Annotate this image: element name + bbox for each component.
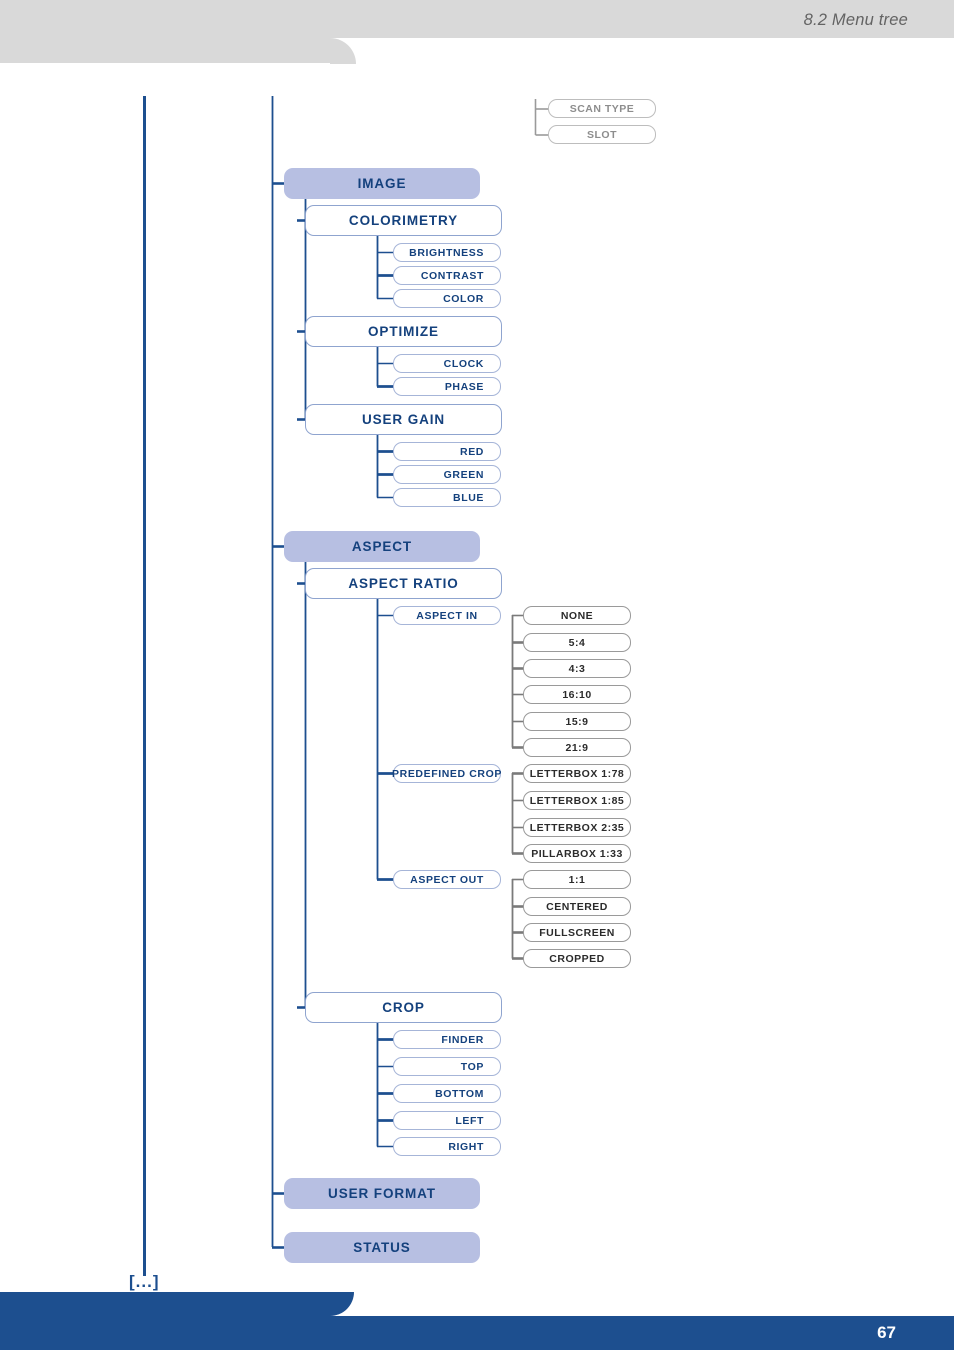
menu-item-aspect-in[interactable]: ASPECT IN [393,606,501,625]
value-label: 1:1 [568,873,586,886]
value-label: CENTERED [546,900,608,913]
value-label: 4:3 [568,662,586,675]
value-label: CROPPED [549,952,605,965]
menu-item-slot[interactable]: SLOT [548,125,656,144]
value-option[interactable]: PILLARBOX 1:33 [523,844,631,863]
value-option[interactable]: NONE [523,606,631,625]
menu-item-color[interactable]: COLOR [393,289,501,308]
page-footer: 67 [0,1292,954,1350]
menu-item-label: CONTRAST [420,269,484,282]
menu-item-status[interactable]: STATUS [284,1232,480,1263]
menu-item-label: FINDER [441,1033,484,1046]
menu-item-scan-type[interactable]: SCAN TYPE [548,99,656,118]
menu-item-label: SCAN TYPE [569,102,635,115]
value-option[interactable]: LETTERBOX 1:78 [523,764,631,783]
value-option[interactable]: 15:9 [523,712,631,731]
menu-item-contrast[interactable]: CONTRAST [393,266,501,285]
menu-item-crop[interactable]: CROP [305,992,502,1023]
menu-item-green[interactable]: GREEN [393,465,501,484]
menu-item-label: BLUE [453,491,484,504]
menu-item-label: CLOCK [443,357,484,370]
value-option[interactable]: CENTERED [523,897,631,916]
menu-item-predefined-crop[interactable]: PREDEFINED CROP [392,764,502,783]
menu-item-label: SLOT [587,128,617,141]
menu-item-label: ASPECT OUT [410,873,484,886]
menu-item-colorimetry[interactable]: COLORIMETRY [305,205,502,236]
page-number: 67 [877,1323,896,1342]
menu-item-label: PHASE [444,380,484,393]
menu-item-aspect-ratio[interactable]: ASPECT RATIO [305,568,502,599]
footer-band [330,1316,954,1350]
menu-item-label: BOTTOM [435,1087,484,1100]
menu-item-blue[interactable]: BLUE [393,488,501,507]
menu-item-clock[interactable]: CLOCK [393,354,501,373]
menu-item-label: LEFT [455,1114,484,1127]
menu-item-label: ASPECT RATIO [348,576,459,591]
value-label: 16:10 [562,688,592,701]
menu-item-bottom[interactable]: BOTTOM [393,1084,501,1103]
menu-item-label: ASPECT [351,539,413,554]
value-option[interactable]: LETTERBOX 1:85 [523,791,631,810]
menu-item-left[interactable]: LEFT [393,1111,501,1130]
value-label: LETTERBOX 1:85 [529,794,625,807]
menu-item-finder[interactable]: FINDER [393,1030,501,1049]
menu-item-optimize[interactable]: OPTIMIZE [305,316,502,347]
value-option[interactable]: LETTERBOX 2:35 [523,818,631,837]
menu-item-user-gain[interactable]: USER GAIN [305,404,502,435]
value-option[interactable]: 16:10 [523,685,631,704]
value-option[interactable]: 21:9 [523,738,631,757]
value-label: 5:4 [568,636,586,649]
menu-item-label: USER FORMAT [328,1186,436,1201]
value-label: FULLSCREEN [539,926,615,939]
value-label: NONE [560,609,594,622]
menu-tree-diagram: SCAN TYPE SLOT IMAGE COLORIMETRY BRIGHTN… [0,0,954,1350]
menu-item-label: COLORIMETRY [348,213,459,228]
menu-item-label: IMAGE [357,176,407,191]
value-option[interactable]: 4:3 [523,659,631,678]
menu-item-aspect-out[interactable]: ASPECT OUT [393,870,501,889]
continuation-marker: [...] [129,1272,160,1291]
menu-item-label: CROP [382,1000,425,1015]
menu-item-label: OPTIMIZE [368,324,439,339]
menu-item-red[interactable]: RED [393,442,501,461]
menu-item-label: STATUS [353,1240,411,1255]
value-label: 21:9 [565,741,589,754]
value-option[interactable]: 1:1 [523,870,631,889]
menu-item-label: RIGHT [448,1140,484,1153]
footer-block [0,1292,330,1350]
footer-corner-shape [330,1292,354,1316]
menu-item-label: GREEN [443,468,484,481]
menu-item-label: TOP [460,1060,484,1073]
menu-item-right[interactable]: RIGHT [393,1137,501,1156]
menu-item-user-format[interactable]: USER FORMAT [284,1178,480,1209]
menu-item-label: BRIGHTNESS [409,246,484,259]
menu-item-image[interactable]: IMAGE [284,168,480,199]
menu-item-label: USER GAIN [361,412,446,427]
value-label: LETTERBOX 1:78 [529,767,625,780]
menu-item-phase[interactable]: PHASE [393,377,501,396]
value-label: LETTERBOX 2:35 [529,821,625,834]
menu-item-aspect[interactable]: ASPECT [284,531,480,562]
value-option[interactable]: FULLSCREEN [523,923,631,942]
value-label: 15:9 [565,715,589,728]
menu-item-label: RED [460,445,484,458]
menu-item-label: COLOR [443,292,484,305]
value-option[interactable]: 5:4 [523,633,631,652]
menu-item-label: ASPECT IN [416,609,478,622]
value-option[interactable]: CROPPED [523,949,631,968]
menu-item-top[interactable]: TOP [393,1057,501,1076]
value-label: PILLARBOX 1:33 [531,847,623,860]
menu-item-label: PREDEFINED CROP [392,767,502,780]
menu-item-brightness[interactable]: BRIGHTNESS [393,243,501,262]
